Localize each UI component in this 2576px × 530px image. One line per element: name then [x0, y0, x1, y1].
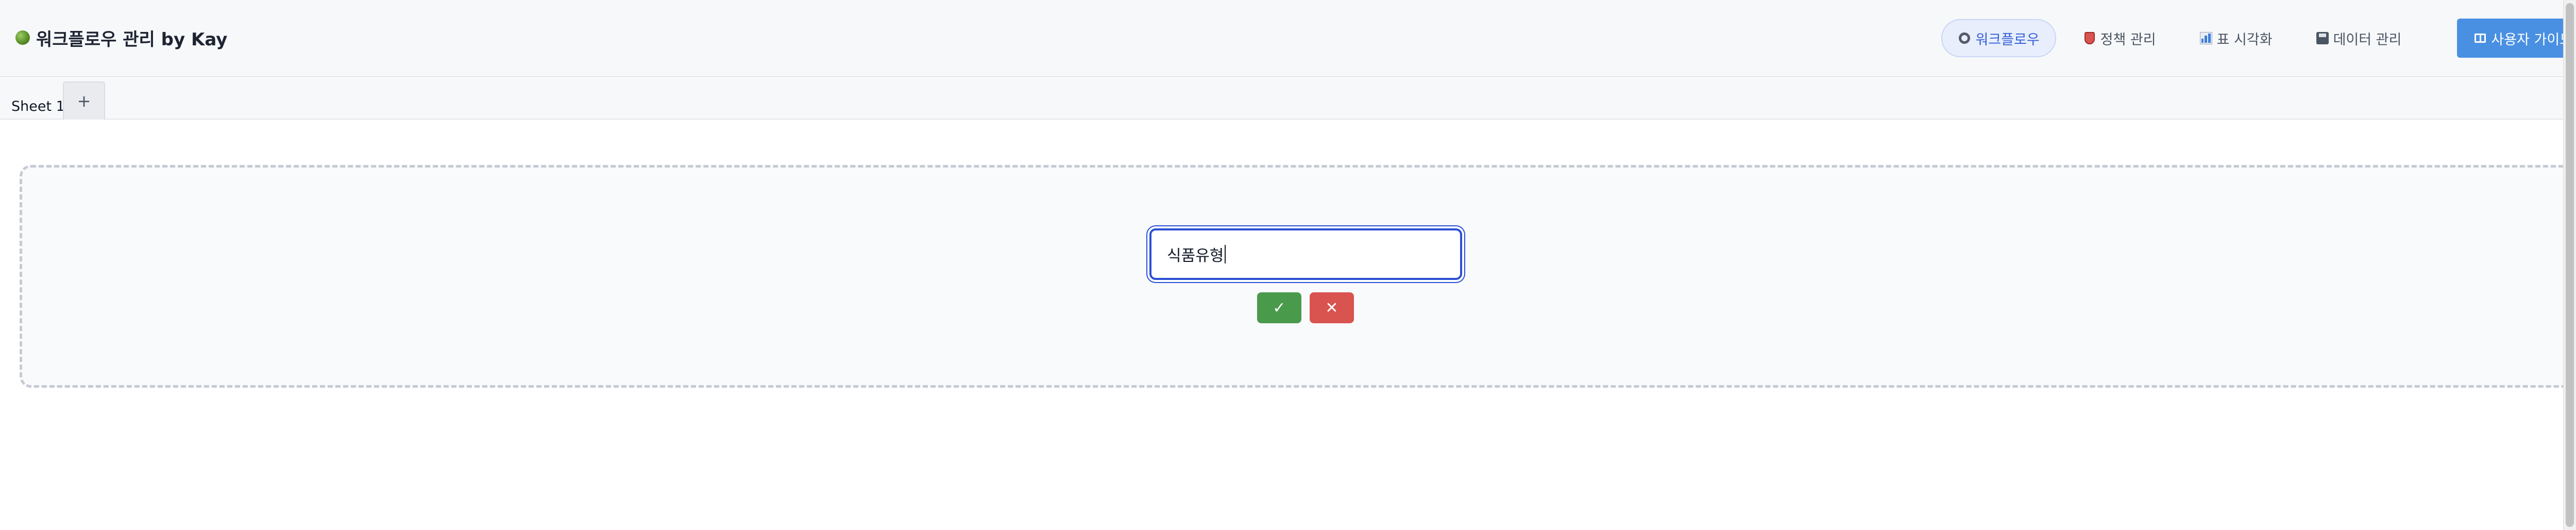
globe-icon: [15, 30, 30, 45]
ring-icon: [1958, 31, 1971, 45]
shield-icon: [2083, 31, 2096, 45]
rename-input[interactable]: 식품유형: [1149, 228, 1462, 280]
rename-input-value: 식품유형: [1167, 247, 1224, 265]
scrollbar-thumb[interactable]: [2566, 3, 2574, 527]
confirm-button[interactable]: ✓: [1257, 292, 1301, 323]
book-icon: [2475, 34, 2486, 43]
add-sheet-button[interactable]: +: [63, 81, 105, 120]
nav-table-visualization-label: 표 시각화: [2216, 31, 2273, 48]
nav-workflow-label: 워크플로우: [1975, 31, 2040, 48]
nav-data[interactable]: 데이터 관리: [2299, 19, 2418, 57]
close-icon: ✕: [1325, 299, 1338, 317]
top-nav: 워크플로우 정책 관리 표 시각화 데이터 관리 사용자 가이드: [1941, 19, 2576, 58]
app-brand: 워크플로우 관리 by Kay: [15, 25, 227, 51]
nav-workflow[interactable]: 워크플로우: [1941, 19, 2056, 57]
nav-policy-label: 정책 관리: [2100, 31, 2156, 48]
nav-table-visualization[interactable]: 표 시각화: [2183, 19, 2289, 57]
nav-data-label: 데이터 관리: [2333, 31, 2402, 48]
user-guide-label: 사용자 가이드: [2491, 31, 2572, 48]
floppy-disk-icon: [2316, 31, 2329, 45]
nav-policy[interactable]: 정책 관리: [2066, 19, 2173, 57]
app-title: 워크플로우 관리 by Kay: [36, 29, 228, 50]
app-header: 워크플로우 관리 by Kay 워크플로우 정책 관리 표 시각화 데이터 관리…: [0, 0, 2576, 77]
user-guide-button[interactable]: 사용자 가이드: [2457, 19, 2576, 58]
text-caret: [1225, 245, 1226, 263]
bar-chart-icon: [2199, 31, 2213, 45]
sheet-tab-bar: Sheet 1 +: [0, 78, 2576, 120]
vertical-scrollbar[interactable]: [2563, 0, 2576, 530]
cancel-button[interactable]: ✕: [1310, 292, 1354, 323]
check-icon: ✓: [1273, 299, 1286, 317]
